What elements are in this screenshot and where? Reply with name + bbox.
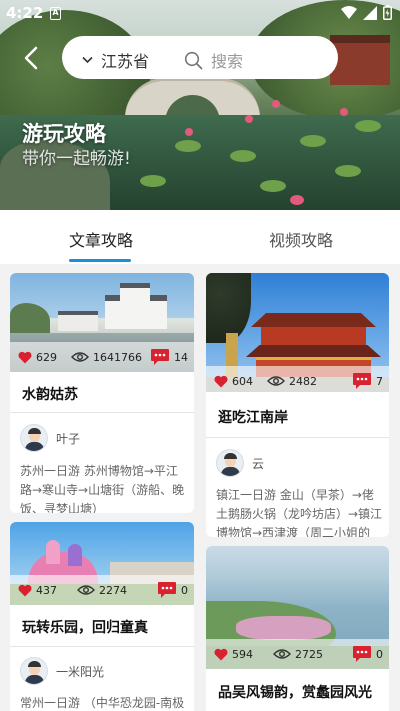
wifi-icon <box>341 5 357 19</box>
card-stats: 604 2482 7 <box>206 366 389 396</box>
comment-count: 0 <box>181 583 188 597</box>
view-count: 2274 <box>99 583 127 597</box>
article-card[interactable]: 629 1641766 14 水韵姑苏 叶子 苏州一日游 苏州博物馆→平江路→寒… <box>10 273 194 513</box>
heart-icon[interactable] <box>214 375 228 388</box>
view-count: 2482 <box>289 374 317 388</box>
back-arrow-icon[interactable] <box>18 44 46 72</box>
like-count: 629 <box>36 350 57 364</box>
search-input[interactable]: 搜索 <box>184 48 243 72</box>
card-author: 叶子 <box>20 424 80 452</box>
signal-icon <box>363 5 377 20</box>
comment-count: 14 <box>174 350 188 364</box>
active-tab-indicator <box>69 259 131 262</box>
eye-icon <box>267 376 285 386</box>
comment-icon[interactable] <box>352 372 372 390</box>
avatar <box>20 424 48 452</box>
province-selector[interactable]: 江苏省 <box>82 48 149 72</box>
view-count: 2725 <box>295 647 323 661</box>
pavilion-image <box>330 35 390 85</box>
heart-icon[interactable] <box>18 584 32 597</box>
tab-bar: 文章攻略 视频攻略 <box>0 210 400 264</box>
hero-banner <box>0 0 400 210</box>
heart-icon[interactable] <box>214 648 228 661</box>
author-name: 云 <box>252 456 265 471</box>
stone-bridge-image <box>125 78 260 125</box>
card-description: 常州一日游 （中华恐龙园-南极 <box>20 696 185 710</box>
card-title: 水韵姑苏 <box>22 387 78 403</box>
search-bar: 江苏省 搜索 <box>62 36 338 79</box>
card-description: 镇江一日游 金山（早茶）→佬土鹅肠火锅（龙吟坊店）→镇江博物馆→西津渡（周二小姐… <box>216 488 383 537</box>
view-count: 1641766 <box>93 350 142 364</box>
comment-icon[interactable] <box>150 348 170 366</box>
search-icon <box>184 51 203 69</box>
author-name: 叶子 <box>56 431 81 446</box>
avatar <box>20 657 48 685</box>
eye-icon <box>273 649 291 659</box>
status-time: 4:22 <box>6 4 44 22</box>
article-card[interactable]: 437 2274 0 玩转乐园，回归童真 一米阳光 常州一日游 （中华恐龙园-南… <box>10 522 194 711</box>
comment-icon[interactable] <box>352 645 372 663</box>
article-card[interactable]: 604 2482 7 逛吃江南岸 云 镇江一日游 金山（早茶）→佬土鹅肠火锅（龙… <box>206 273 389 537</box>
comment-count: 7 <box>376 374 383 388</box>
search-placeholder: 搜索 <box>211 52 244 71</box>
card-author: 一米阳光 <box>20 657 104 685</box>
card-description: 苏州一日游 苏州博物馆→平江路→寒山寺→山塘街（游船、晚饭、寻梦山塘） <box>20 464 185 513</box>
comment-icon[interactable] <box>157 581 177 599</box>
tab-articles[interactable]: 文章攻略 <box>69 227 133 251</box>
avatar <box>216 449 244 477</box>
province-label: 江苏省 <box>101 52 150 71</box>
banner-subtitle: 带你一起畅游! <box>22 149 131 169</box>
heart-icon[interactable] <box>18 351 32 364</box>
card-title: 玩转乐园，回归童真 <box>22 620 148 636</box>
eye-icon <box>77 585 95 595</box>
status-bar: 4:22 A <box>0 0 400 28</box>
card-title: 逛吃江南岸 <box>218 410 288 426</box>
card-stats: 594 2725 0 <box>206 639 389 669</box>
card-stats: 437 2274 0 <box>10 575 194 605</box>
comment-count: 0 <box>376 647 383 661</box>
like-count: 604 <box>232 374 253 388</box>
chevron-down-icon <box>82 56 93 64</box>
eye-icon <box>71 352 89 362</box>
author-name: 一米阳光 <box>56 664 105 679</box>
sim-icon: A <box>50 7 61 20</box>
card-author: 云 <box>216 449 264 477</box>
like-count: 594 <box>232 647 253 661</box>
battery-icon <box>383 5 392 20</box>
article-card[interactable]: 594 2725 0 品吴风锡韵，赏蠡园风光 <box>206 546 389 711</box>
card-stats: 629 1641766 14 <box>10 342 194 372</box>
card-title: 品吴风锡韵，赏蠡园风光 <box>218 685 372 701</box>
like-count: 437 <box>36 583 57 597</box>
tab-videos[interactable]: 视频攻略 <box>269 227 333 251</box>
